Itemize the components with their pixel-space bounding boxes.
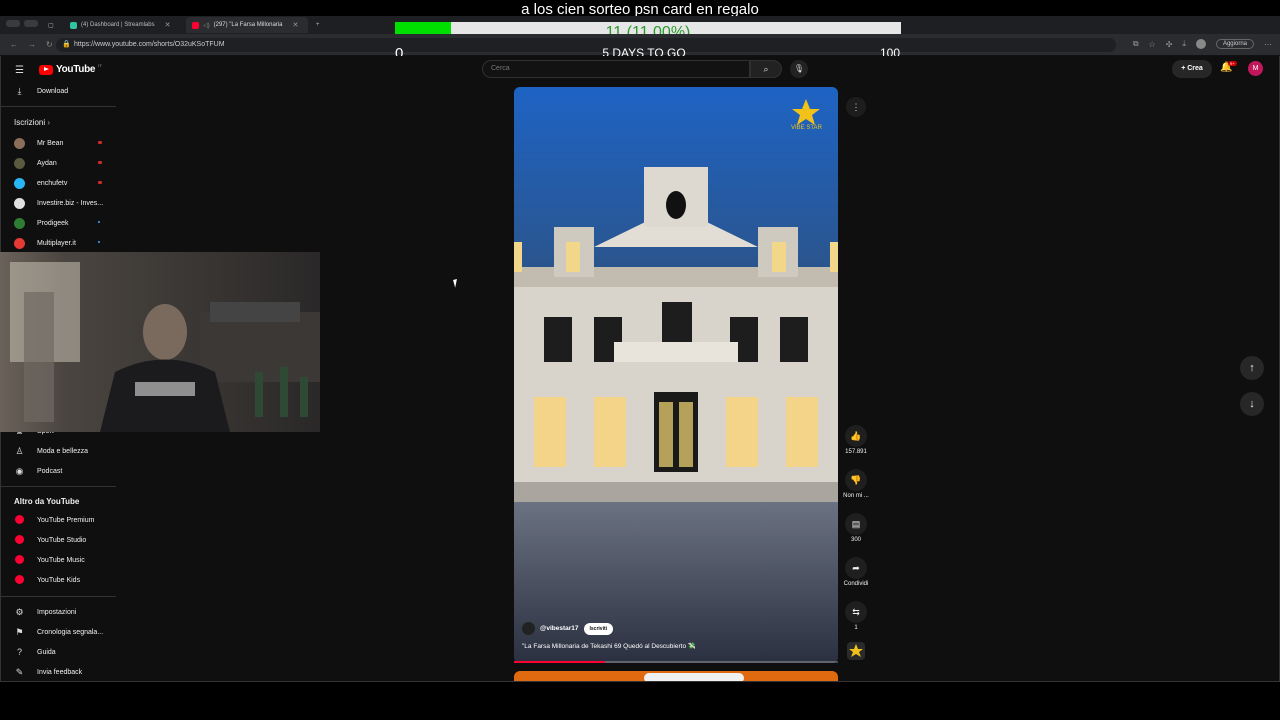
video-info: @vibestar17 Iscriviti "La Farsa Millonar… — [522, 622, 832, 650]
sidebar-item-aydan[interactable]: Aydan — [14, 156, 109, 170]
youtube-music-icon — [15, 554, 24, 564]
search-icon[interactable]: ⌕ — [750, 60, 782, 78]
hamburger-menu-icon[interactable]: ☰ — [15, 65, 25, 76]
sidebar-item-enchufetv[interactable]: enchufetv — [14, 176, 109, 190]
video-progress-fill — [514, 661, 605, 663]
video-progress-bar[interactable] — [514, 661, 838, 663]
sidebar-item-help[interactable]: ? Guida — [14, 645, 109, 659]
streamlabs-favicon-icon — [70, 21, 77, 29]
next-short-preview[interactable] — [514, 671, 838, 681]
webcam-image — [0, 252, 320, 432]
thumbs-up-icon[interactable]: 👍 — [845, 425, 867, 447]
chevron-right-icon: › — [47, 118, 51, 127]
like-count: 157.891 — [845, 449, 867, 455]
sidebar-item-youtube-premium[interactable]: YouTube Premium — [14, 513, 109, 527]
shorts-video-player[interactable]: VIBE STAR — [514, 87, 838, 663]
webcam-feed — [0, 252, 320, 432]
account-avatar[interactable]: M — [1248, 61, 1263, 76]
more-from-youtube-heading: Altro da YouTube — [14, 497, 80, 506]
feedback-icon: ✎ — [15, 666, 24, 677]
comments-action[interactable]: ▤ 300 — [844, 513, 868, 543]
gear-icon: ⚙ — [15, 606, 24, 617]
channel-avatar — [14, 217, 25, 229]
live-indicator — [98, 141, 102, 144]
share-icon[interactable]: ➦ — [845, 557, 867, 579]
vibestar-watermark: VIBE STAR — [791, 125, 823, 131]
search-input[interactable]: Cerca — [482, 60, 750, 78]
sidebar-item-report-history[interactable]: ⚑ Cronologia segnala... — [14, 625, 109, 639]
channel-avatar — [14, 197, 25, 209]
hanger-icon: ♙ — [15, 445, 24, 456]
youtube-favicon-icon — [192, 21, 199, 29]
channel-avatar — [14, 177, 25, 189]
youtube-play-icon — [39, 64, 53, 75]
remix-action[interactable]: ⇆ 1 — [844, 601, 868, 631]
tab-streamlabs[interactable]: (4) Dashboard | Streamlabs ✕ — [64, 17, 182, 33]
dislike-action[interactable]: 👎 Non mi ... — [843, 469, 869, 499]
thumbs-down-icon[interactable]: 👎 — [845, 469, 867, 491]
sidebar-item-youtube-kids[interactable]: YouTube Kids — [14, 573, 109, 587]
sidebar-divider — [0, 486, 116, 487]
sidebar-item-settings[interactable]: ⚙ Impostazioni — [14, 605, 109, 619]
podcast-icon: ◉ — [15, 465, 24, 476]
sidebar-item-send-feedback[interactable]: ✎ Invia feedback — [14, 665, 109, 679]
sidebar-item-multiplayer[interactable]: Multiplayer.it — [14, 236, 109, 250]
help-icon: ? — [16, 647, 22, 657]
youtube-studio-icon — [15, 534, 24, 544]
channel-avatar — [14, 157, 25, 169]
channel-handle[interactable]: @vibestar17 — [540, 625, 579, 632]
notifications-badge: 9+ — [1228, 61, 1237, 66]
window-controls[interactable] — [6, 20, 38, 27]
sidebar-item-prodigeek[interactable]: Prodigeek — [14, 216, 109, 230]
create-button[interactable]: + Crea — [1172, 60, 1212, 78]
close-tab-icon[interactable]: ✕ — [292, 21, 298, 29]
sidebar-item-fashion[interactable]: ♙ Moda e bellezza — [14, 444, 109, 458]
channel-avatar[interactable] — [522, 622, 535, 635]
download-icon: ⤓ — [17, 85, 22, 96]
tab-youtube[interactable]: ◁) (297) "La Farsa Millonaria ✕ — [186, 17, 308, 33]
live-indicator — [98, 181, 102, 184]
sound-thumbnail[interactable] — [847, 642, 865, 660]
channel-row: @vibestar17 Iscriviti — [522, 622, 832, 635]
youtube-logo[interactable]: YouTube IT — [39, 63, 102, 75]
new-tab-button[interactable]: + — [310, 17, 326, 33]
youtube-premium-icon — [15, 514, 24, 524]
speaker-icon[interactable]: ◁) — [203, 22, 210, 29]
share-label: Condividi — [843, 581, 869, 587]
sidebar-divider — [0, 596, 116, 597]
microphone-icon[interactable]: 🎙 — [790, 60, 808, 78]
remix-count: 1 — [854, 625, 858, 631]
live-indicator — [98, 161, 102, 164]
subscriptions-heading[interactable]: Iscrizioni › — [14, 118, 50, 127]
more-options-icon[interactable]: ⋮ — [846, 97, 866, 117]
sidebar-item-download[interactable]: ⤓ Download — [14, 84, 109, 98]
share-action[interactable]: ➦ Condividi — [844, 557, 868, 587]
youtube-kids-icon — [15, 574, 24, 584]
sidebar-item-podcast[interactable]: ◉ Podcast — [14, 464, 109, 478]
subscribe-button[interactable]: Iscriviti — [583, 622, 614, 635]
next-short-button[interactable]: ↓ — [1240, 392, 1264, 416]
remix-icon[interactable]: ⇆ — [845, 601, 867, 623]
sidebar-item-youtube-music[interactable]: YouTube Music — [14, 553, 109, 567]
close-tab-icon[interactable]: ✕ — [165, 21, 171, 29]
comment-count: 300 — [850, 537, 861, 543]
sidebar-toggle-icon[interactable]: ▢ — [42, 17, 60, 33]
comment-icon[interactable]: ▤ — [845, 513, 867, 535]
new-content-dot — [98, 221, 100, 223]
video-title[interactable]: "La Farsa Millonaria de Tekashi 69 Quedó… — [522, 642, 832, 650]
sidebar-item-mr-bean[interactable]: Mr Bean — [14, 136, 109, 150]
sidebar-item-youtube-studio[interactable]: YouTube Studio — [14, 533, 109, 547]
sidebar-divider — [0, 106, 116, 107]
previous-short-button[interactable]: ↑ — [1240, 356, 1264, 380]
like-action[interactable]: 👍 157.891 — [844, 425, 868, 455]
channel-avatar — [14, 137, 25, 149]
new-content-dot — [98, 241, 100, 243]
video-frame: VIBE STAR — [514, 87, 838, 663]
flag-icon: ⚑ — [15, 626, 24, 637]
sidebar-item-investire[interactable]: Investire.biz - Inves... — [14, 196, 109, 210]
channel-avatar — [14, 237, 25, 249]
dislike-label: Non mi ... — [843, 493, 869, 499]
